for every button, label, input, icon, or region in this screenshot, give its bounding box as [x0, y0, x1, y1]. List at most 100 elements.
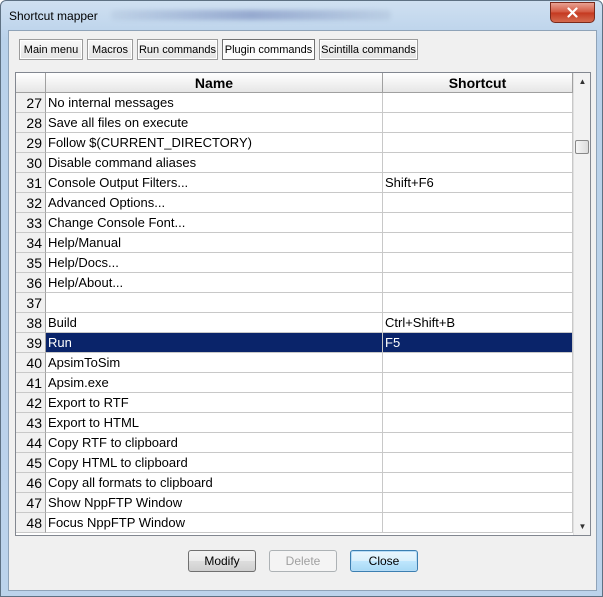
command-name-cell[interactable]: Disable command aliases	[46, 153, 383, 173]
command-name-cell[interactable]: Apsim.exe	[46, 373, 383, 393]
row-number[interactable]: 41	[16, 373, 46, 393]
command-name-cell[interactable]: Run	[46, 333, 383, 353]
shortcut-cell[interactable]	[383, 393, 573, 413]
row-number[interactable]: 48	[16, 513, 46, 533]
tab-macros[interactable]: Macros	[87, 39, 133, 60]
shortcut-cell[interactable]	[383, 253, 573, 273]
shortcut-cell[interactable]	[383, 153, 573, 173]
shortcut-cell[interactable]	[383, 133, 573, 153]
shortcut-cell[interactable]	[383, 413, 573, 433]
shortcut-cell[interactable]	[383, 473, 573, 493]
table-row[interactable]: 41 Apsim.exe	[16, 373, 573, 393]
title-bar[interactable]: Shortcut mapper	[1, 1, 602, 31]
table-row[interactable]: 47 Show NppFTP Window	[16, 493, 573, 513]
command-name-cell[interactable]: Advanced Options...	[46, 193, 383, 213]
command-name-cell[interactable]: Help/Manual	[46, 233, 383, 253]
tab-plugin-commands[interactable]: Plugin commands	[222, 39, 315, 60]
delete-button[interactable]: Delete	[269, 550, 337, 572]
row-number[interactable]: 42	[16, 393, 46, 413]
table-row[interactable]: 44 Copy RTF to clipboard	[16, 433, 573, 453]
command-name-cell[interactable]: Build	[46, 313, 383, 333]
table-row[interactable]: 40 ApsimToSim	[16, 353, 573, 373]
command-name-cell[interactable]: ApsimToSim	[46, 353, 383, 373]
table-row[interactable]: 43 Export to HTML	[16, 413, 573, 433]
scroll-thumb[interactable]	[575, 140, 589, 154]
table-row[interactable]: 37	[16, 293, 573, 313]
shortcut-cell[interactable]	[383, 113, 573, 133]
command-name-cell[interactable]: Change Console Font...	[46, 213, 383, 233]
row-number[interactable]: 38	[16, 313, 46, 333]
close-button[interactable]: Close	[350, 550, 418, 572]
row-number[interactable]: 33	[16, 213, 46, 233]
command-name-cell[interactable]: Console Output Filters...	[46, 173, 383, 193]
command-name-cell[interactable]: Export to HTML	[46, 413, 383, 433]
window-close-button[interactable]	[550, 2, 595, 23]
shortcut-cell[interactable]	[383, 213, 573, 233]
scroll-down-arrow-icon[interactable]: ▼	[574, 518, 590, 535]
vertical-scrollbar[interactable]: ▲ ▼	[573, 73, 590, 535]
command-name-cell[interactable]: Copy HTML to clipboard	[46, 453, 383, 473]
command-name-cell[interactable]: Copy all formats to clipboard	[46, 473, 383, 493]
row-number[interactable]: 40	[16, 353, 46, 373]
table-row[interactable]: 46 Copy all formats to clipboard	[16, 473, 573, 493]
command-name-cell[interactable]: Help/About...	[46, 273, 383, 293]
table-row[interactable]: 35 Help/Docs...	[16, 253, 573, 273]
table-row[interactable]: 27 No internal messages	[16, 93, 573, 113]
row-number[interactable]: 37	[16, 293, 46, 313]
shortcut-cell[interactable]	[383, 93, 573, 113]
command-name-cell[interactable]	[46, 293, 383, 313]
shortcut-cell[interactable]	[383, 453, 573, 473]
shortcut-cell[interactable]: F5	[383, 333, 573, 353]
row-number[interactable]: 35	[16, 253, 46, 273]
shortcut-cell[interactable]	[383, 273, 573, 293]
table-row[interactable]: 31 Console Output Filters... Shift+F6	[16, 173, 573, 193]
shortcut-cell[interactable]	[383, 193, 573, 213]
tab-main-menu[interactable]: Main menu	[19, 39, 83, 60]
shortcut-cell[interactable]	[383, 433, 573, 453]
table-row[interactable]: 30 Disable command aliases	[16, 153, 573, 173]
table-row[interactable]: 38 Build Ctrl+Shift+B	[16, 313, 573, 333]
modify-button[interactable]: Modify	[188, 550, 256, 572]
table-row[interactable]: 45 Copy HTML to clipboard	[16, 453, 573, 473]
shortcut-cell[interactable]	[383, 353, 573, 373]
header-shortcut[interactable]: Shortcut	[383, 73, 573, 93]
table-row[interactable]: 36 Help/About...	[16, 273, 573, 293]
shortcut-cell[interactable]	[383, 513, 573, 533]
row-number[interactable]: 36	[16, 273, 46, 293]
row-number[interactable]: 46	[16, 473, 46, 493]
command-name-cell[interactable]: Save all files on execute	[46, 113, 383, 133]
scroll-up-arrow-icon[interactable]: ▲	[574, 73, 590, 90]
table-row[interactable]: 28 Save all files on execute	[16, 113, 573, 133]
command-name-cell[interactable]: Focus NppFTP Window	[46, 513, 383, 533]
shortcut-cell[interactable]	[383, 493, 573, 513]
row-number[interactable]: 34	[16, 233, 46, 253]
command-name-cell[interactable]: No internal messages	[46, 93, 383, 113]
shortcut-cell[interactable]	[383, 233, 573, 253]
row-number[interactable]: 47	[16, 493, 46, 513]
row-number[interactable]: 31	[16, 173, 46, 193]
table-row[interactable]: 48 Focus NppFTP Window	[16, 513, 573, 533]
table-row[interactable]: 42 Export to RTF	[16, 393, 573, 413]
tab-scintilla-commands[interactable]: Scintilla commands	[319, 39, 418, 60]
row-number[interactable]: 29	[16, 133, 46, 153]
command-name-cell[interactable]: Follow $(CURRENT_DIRECTORY)	[46, 133, 383, 153]
command-name-cell[interactable]: Help/Docs...	[46, 253, 383, 273]
command-name-cell[interactable]: Show NppFTP Window	[46, 493, 383, 513]
table-row[interactable]: 32 Advanced Options...	[16, 193, 573, 213]
row-number[interactable]: 28	[16, 113, 46, 133]
row-number[interactable]: 32	[16, 193, 46, 213]
shortcut-cell[interactable]: Ctrl+Shift+B	[383, 313, 573, 333]
row-number[interactable]: 39	[16, 333, 46, 353]
shortcut-cell[interactable]	[383, 293, 573, 313]
table-row[interactable]: 34 Help/Manual	[16, 233, 573, 253]
header-name[interactable]: Name	[46, 73, 383, 93]
row-number[interactable]: 44	[16, 433, 46, 453]
table-row[interactable]: 33 Change Console Font...	[16, 213, 573, 233]
shortcut-cell[interactable]: Shift+F6	[383, 173, 573, 193]
row-number[interactable]: 30	[16, 153, 46, 173]
row-number[interactable]: 27	[16, 93, 46, 113]
shortcut-cell[interactable]	[383, 373, 573, 393]
tab-run-commands[interactable]: Run commands	[137, 39, 218, 60]
row-number[interactable]: 43	[16, 413, 46, 433]
row-number[interactable]: 45	[16, 453, 46, 473]
